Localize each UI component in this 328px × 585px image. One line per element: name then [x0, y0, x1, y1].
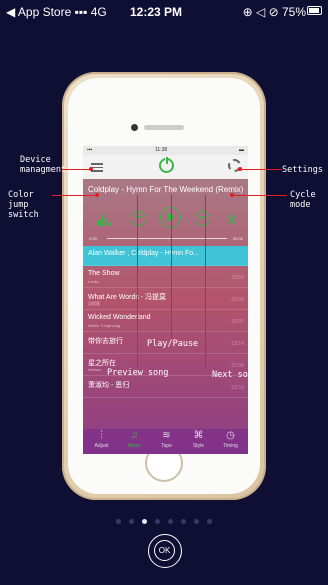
device-management-annotation: Device managment: [20, 155, 67, 175]
page-dot: [116, 519, 121, 524]
progress-end: 00:00: [232, 236, 243, 241]
battery-status: ⊕ ◁ ⊘ 75%: [242, 5, 306, 19]
progress-track[interactable]: [107, 238, 227, 239]
app-status-time: 11:38: [155, 147, 168, 153]
signal-icon: ▪▪▪: [87, 147, 93, 153]
page-dot: [181, 519, 186, 524]
power-icon[interactable]: [159, 156, 174, 173]
next-button[interactable]: ⏭: [195, 211, 210, 226]
status-bar: ◀ App Store ▪▪▪ 4G 12:23 PM ⊕ ◁ ⊘ 75%: [0, 0, 328, 22]
settings-leader-dot: [238, 167, 242, 171]
settings-leader-line: [240, 169, 282, 170]
page-dot: [168, 519, 173, 524]
tab-bar: ⫶ Adjust ♫ Music ≋ Tape ⌘ Style ◷ Timing: [83, 429, 248, 454]
list-item[interactable]: Alan Walker , Coldplay - Hymn Fo...: [83, 246, 248, 266]
tab-tape[interactable]: ≋ Tape: [150, 429, 183, 449]
progress-bar[interactable]: 0:00 00:00: [89, 236, 243, 242]
tab-style[interactable]: ⌘ Style: [182, 429, 215, 449]
music-icon: ♫: [130, 430, 139, 441]
progress-start: 0:00: [89, 236, 97, 241]
color-leader-line: [52, 195, 96, 196]
clock: 12:23 PM: [130, 5, 183, 19]
device-leader-dot: [89, 167, 93, 171]
tab-music[interactable]: ♫ Music: [118, 429, 151, 449]
page-dot: [155, 519, 160, 524]
timing-icon: ◷: [226, 430, 235, 441]
tab-timing[interactable]: ◷ Timing: [214, 429, 247, 449]
adjust-icon: ⫶: [100, 430, 103, 441]
page-dot: [207, 519, 212, 524]
page-dot-active: [142, 519, 147, 524]
ok-button[interactable]: OK: [148, 534, 182, 568]
list-item[interactable]: Wicked Wonderland Martin Tungevaag 03:37: [83, 310, 248, 332]
device-management-icon[interactable]: [91, 161, 103, 173]
ok-label: OK: [154, 540, 175, 561]
camera-icon: [131, 124, 138, 131]
color-leader-dot: [95, 193, 99, 197]
now-playing-title: Coldplay - Hymn For The Weekend (Remix): [88, 185, 244, 194]
settings-annotation: Settings: [282, 165, 323, 175]
play-leader-line: [171, 195, 172, 338]
preview-song-annotation: Preview song: [107, 368, 169, 378]
earpiece: [144, 125, 184, 130]
next-song-annotation: Next song: [212, 370, 259, 380]
next-leader-line: [205, 195, 206, 370]
device-leader-line: [62, 169, 90, 170]
tab-adjust[interactable]: ⫶ Adjust: [85, 429, 118, 449]
page-dot: [194, 519, 199, 524]
playback-controls: ⏮ ⏭ ⤨: [83, 204, 248, 232]
list-item[interactable]: What Are Words - 冯提莫 冯提莫 03:09: [83, 288, 248, 310]
page-indicator: [116, 511, 220, 529]
app-battery-icon: ▬: [239, 147, 244, 153]
battery-icon: [307, 6, 322, 15]
play-pause-annotation: Play/Pause: [147, 339, 199, 349]
app-status-bar: ▪▪▪ 11:38 ▬: [83, 146, 248, 155]
carrier-label: ◀ App Store ▪▪▪ 4G: [6, 5, 107, 19]
color-jump-icon[interactable]: [98, 214, 111, 226]
tape-icon: ≋: [162, 430, 171, 441]
cycle-leader-line: [232, 195, 287, 196]
page-dot: [129, 519, 134, 524]
cycle-mode-icon[interactable]: ⤨: [227, 214, 236, 227]
style-icon: ⌘: [193, 430, 204, 441]
cycle-leader-dot: [230, 193, 234, 197]
list-item[interactable]: The Show Lenka 03:55: [83, 266, 248, 288]
app-toolbar: [83, 155, 248, 179]
previous-button[interactable]: ⏮: [131, 211, 146, 226]
cycle-mode-annotation: Cycle mode: [290, 190, 316, 210]
color-jump-annotation: Color jump switch: [8, 190, 39, 220]
preview-leader-line: [137, 195, 138, 368]
app-screen: ▪▪▪ 11:38 ▬ Coldplay - Hymn For The Week…: [83, 146, 248, 454]
